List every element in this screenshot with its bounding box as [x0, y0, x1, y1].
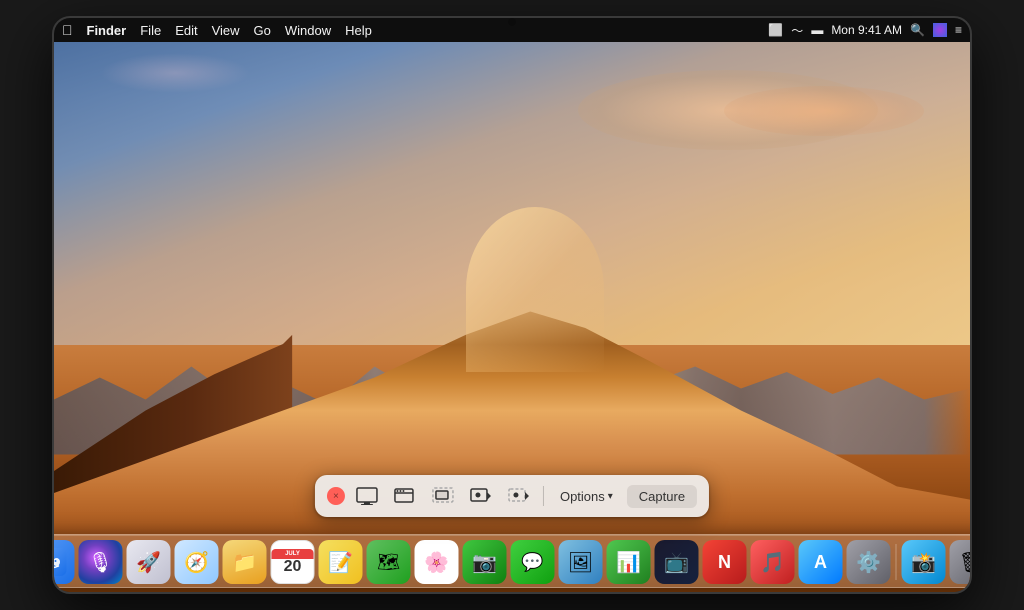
dock-news[interactable]: N	[703, 540, 747, 584]
dock-finder[interactable]	[54, 540, 75, 584]
go-menu[interactable]: Go	[254, 23, 271, 38]
cloud-2	[724, 86, 924, 136]
dock-tv[interactable]: 📺	[655, 540, 699, 584]
edit-menu[interactable]: Edit	[175, 23, 197, 38]
options-label: Options	[560, 489, 605, 504]
dock-photos[interactable]: 🌸	[415, 540, 459, 584]
battery-icon[interactable]: ▬	[811, 23, 823, 37]
view-menu[interactable]: View	[212, 23, 240, 38]
dock-numbers[interactable]: 📊	[607, 540, 651, 584]
menubar-right: ⬜ 〜 ▬ Mon 9:41 AM 🔍 ≡	[768, 22, 962, 39]
dock-siri[interactable]: 🎙	[79, 540, 123, 584]
dock-files[interactable]: 📁	[223, 540, 267, 584]
options-button[interactable]: Options ▾	[552, 485, 621, 508]
screenshot-toolbar: ×	[315, 475, 709, 517]
dock-music[interactable]: 🎵	[751, 540, 795, 584]
toolbar-close-button[interactable]: ×	[327, 487, 345, 505]
dock-launchpad[interactable]: 🚀	[127, 540, 171, 584]
notification-center-icon[interactable]: ≡	[955, 23, 962, 37]
capture-button[interactable]: Capture	[627, 485, 697, 508]
finder-icon	[54, 548, 67, 576]
clock: Mon 9:41 AM	[831, 23, 902, 37]
close-icon: ×	[333, 491, 339, 502]
dock-separator	[896, 544, 897, 580]
capture-portion-button[interactable]	[427, 483, 459, 509]
airplay-icon[interactable]: ⬜	[768, 23, 783, 37]
dock-maps[interactable]: 🗺	[367, 540, 411, 584]
dune-highlight	[466, 207, 603, 372]
dock-calendar[interactable]: JULY 20	[271, 540, 315, 584]
capture-window-button[interactable]	[389, 483, 421, 509]
dock-safari[interactable]: 🧭	[175, 540, 219, 584]
dock-notes[interactable]: 📝	[319, 540, 363, 584]
file-menu[interactable]: File	[140, 23, 161, 38]
dock-facetime[interactable]: 📷	[463, 540, 507, 584]
dock-iphoto[interactable]: 🖼	[559, 540, 603, 584]
mac-frame:  Finder File Edit View Go Window Help ⬜…	[52, 16, 972, 594]
dock-messages[interactable]: 💬	[511, 540, 555, 584]
wifi-icon[interactable]: 〜	[791, 22, 803, 39]
toolbar-separator	[543, 486, 544, 506]
window-icon	[394, 487, 416, 505]
apple-menu[interactable]: 	[62, 22, 73, 38]
spotlight-icon[interactable]: 🔍	[910, 23, 925, 37]
desktop[interactable]: ×	[54, 42, 970, 592]
dock-appstore[interactable]: A	[799, 540, 843, 584]
dock-trash[interactable]: 🗑	[950, 540, 971, 584]
window-menu[interactable]: Window	[285, 23, 331, 38]
screen-icon	[356, 487, 378, 505]
siri-icon[interactable]	[933, 23, 947, 37]
menubar-left:  Finder File Edit View Go Window Help	[62, 22, 768, 38]
cloud-3	[100, 53, 250, 93]
screen:  Finder File Edit View Go Window Help ⬜…	[54, 18, 970, 592]
record-screen-icon	[470, 487, 492, 505]
record-portion-button[interactable]	[503, 483, 535, 509]
record-screen-button[interactable]	[465, 483, 497, 509]
dock: 🎙 🚀 🧭 📁 JULY	[54, 534, 970, 588]
menubar:  Finder File Edit View Go Window Help ⬜…	[54, 18, 970, 42]
help-menu[interactable]: Help	[345, 23, 372, 38]
options-chevron-icon: ▾	[608, 491, 613, 502]
finder-menu[interactable]: Finder	[87, 23, 127, 38]
capture-screen-button[interactable]	[351, 483, 383, 509]
portion-icon	[432, 487, 454, 505]
dock-screenshot[interactable]: 📸	[902, 540, 946, 584]
dock-settings[interactable]: ⚙️	[847, 540, 891, 584]
record-portion-icon	[508, 487, 530, 505]
